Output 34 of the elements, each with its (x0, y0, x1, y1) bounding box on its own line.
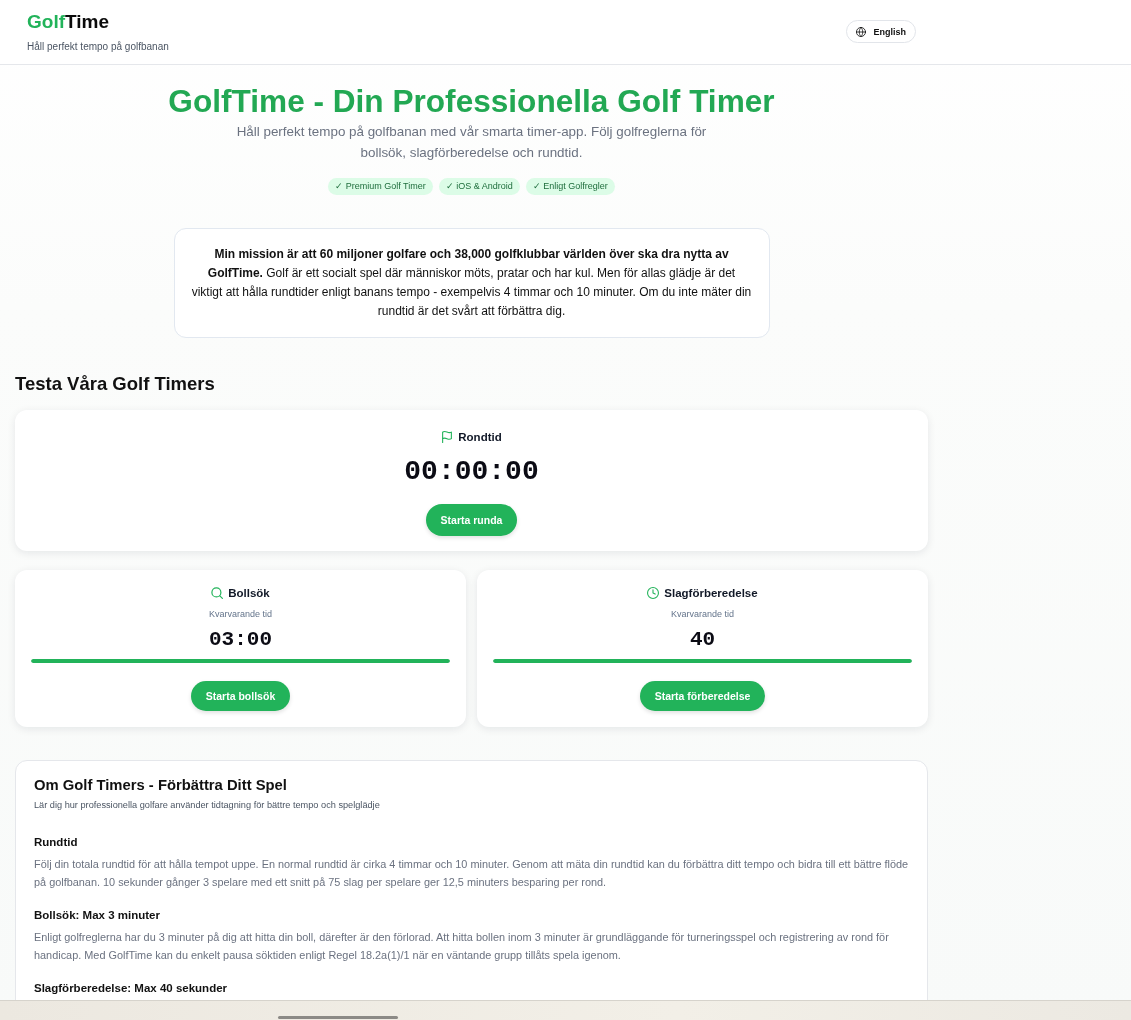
timer-label: Bollsök (228, 586, 270, 601)
timer-label: Rondtid (458, 430, 502, 445)
language-button[interactable]: English (846, 20, 916, 43)
flag-icon (441, 431, 454, 443)
feature-badge: ✓ Enligt Golfregler (525, 178, 615, 195)
start-button[interactable]: Starta runda (425, 504, 518, 536)
about-paragraph: Enligt golfreglerna har du 3 minuter på dig att hitta din boll, därefter är den förlorad. Att hitta bollen inom 3 minuter är grundläggande för turneringsspel och registrering av rond för handicap. Med GolfTime kan du enkelt pausa söktiden enligt Regel 18.2a(1)/1 när en väntande grupp tillåts spela igenom. (34, 930, 890, 963)
about-heading: Slagförberedelse: Max 40 sekunder (34, 981, 229, 996)
logo[interactable]: GolfTime (27, 11, 109, 33)
feature-badge: ✓ Premium Golf Timer (328, 178, 433, 195)
remaining-label: Kvarvarande tid (670, 608, 734, 620)
timer-label: Slagförberedelse (664, 586, 758, 601)
globe-icon (856, 26, 867, 37)
tagline: Håll perfekt tempo på golfbanan (27, 41, 169, 53)
mission-text: Min mission är att 60 miljoner golfare och 38,000 golfklubbar världen över ska dra nytta av GolfTime. Golf är ett socialt spel där människor möts, pratar och har kul. Men för allas glädje är det viktigt att hålla rundtider enligt banans tempo - exempelvis 4 timmar och 10 minuter. Om du inte mäter din rundtid är det svårt att förbättra dig. (191, 246, 752, 320)
about-subtitle: Lär dig hur professionella golfare använder tidtagning för bättre tempo och spelglädje (34, 799, 381, 811)
about-heading: Bollsök: Max 3 minuter (34, 908, 161, 923)
feature-badge: ✓ iOS & Android (438, 178, 520, 195)
hero-subtitle: Håll perfekt tempo på golfbanan med vår smarta timer-app. Följ golfreglerna för bollsök, slagförberedelse och rundtid. (235, 123, 708, 162)
timer-display: 00:00:00 (404, 455, 539, 489)
remaining-label: Kvarvarande tid (208, 608, 272, 620)
about-paragraph: Följ din totala rundtid för att hålla tempot uppe. En normal rundtid är cirka 4 timmar och 10 minuter. Genom att mäta din rundtid kan du förbättra ditt tempo och bidra till ett bättre flöde på golfbanan. 10 sekunder gånger 3 spelare med ett snitt på 75 slag per spelare ger 12,5 minuters besparing per rond. (34, 857, 909, 890)
timer-display: 40 (689, 627, 716, 653)
start-button[interactable]: Starta förberedelse (639, 681, 766, 711)
start-button[interactable]: Starta bollsök (190, 681, 291, 711)
section-title: Testa Våra Golf Timers (15, 372, 216, 396)
about-title: Om Golf Timers - Förbättra Ditt Spel (34, 776, 288, 795)
search-icon (211, 587, 224, 599)
scrollbar-thumb[interactable] (278, 1016, 398, 1019)
hero-title: GolfTime - Din Professionella Golf Timer (168, 83, 775, 119)
clock-icon (647, 587, 660, 599)
about-heading: Rundtid (34, 835, 79, 850)
horizontal-scrollbar[interactable] (0, 1000, 1131, 1020)
timer-display: 03:00 (209, 627, 272, 653)
